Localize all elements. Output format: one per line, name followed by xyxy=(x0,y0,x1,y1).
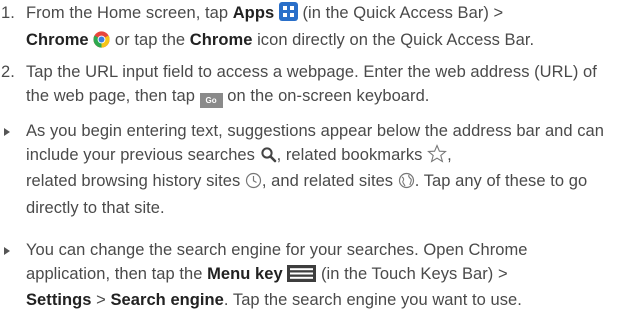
chrome-label-2: Chrome xyxy=(189,30,253,49)
bullet-1-text-d: related browsing history sites xyxy=(26,172,245,190)
step-1-text-d: icon directly on the Quick Access Bar. xyxy=(252,30,535,49)
menu-key-icon xyxy=(287,264,317,290)
step-1-text-c: or tap the xyxy=(110,30,190,49)
bullet-2-text-b: (in the Touch Keys Bar) > xyxy=(316,264,508,283)
globe-icon xyxy=(398,172,415,197)
apps-label: Apps xyxy=(232,4,275,22)
bullet-1-text-c: , xyxy=(447,145,452,164)
step-2-text-b: on the on-screen keyboard. xyxy=(222,86,430,105)
search-engine-label: Search engine xyxy=(110,291,224,309)
chrome-logo-icon xyxy=(93,30,110,56)
bullet-arrow-icon xyxy=(4,247,10,255)
step-2: 2. Tap the URL input field to access a w… xyxy=(0,61,616,110)
step-1-text-b: (in the Quick Access Bar) > xyxy=(297,4,504,22)
bullet-arrow-icon xyxy=(4,128,10,136)
step-1: 1. From the Home screen, tap Apps (in th… xyxy=(0,2,616,55)
star-outline-icon xyxy=(427,143,447,171)
bullet-1-text-e: , and related sites xyxy=(261,172,398,190)
bullet-2-text-c: . Tap the search engine you want to use. xyxy=(223,291,522,309)
breadcrumb-separator: > xyxy=(91,291,111,309)
chrome-label: Chrome xyxy=(26,30,89,49)
bullet-2: You can change the search engine for you… xyxy=(0,239,616,313)
search-icon xyxy=(260,146,277,171)
step-number: 1. xyxy=(1,4,15,22)
clock-icon xyxy=(245,172,262,197)
bullet-1: As you begin entering text, suggestions … xyxy=(0,120,616,220)
bullet-1-text-b: , related bookmarks xyxy=(276,145,428,164)
step-1-text-a: From the Home screen, tap xyxy=(26,4,233,22)
step-number: 2. xyxy=(1,63,15,81)
apps-grid-icon xyxy=(278,2,298,29)
menu-key-label: Menu key xyxy=(207,264,283,283)
settings-label: Settings xyxy=(26,291,92,309)
go-key-label: Go xyxy=(199,92,223,108)
go-key-icon: Go xyxy=(199,87,223,111)
